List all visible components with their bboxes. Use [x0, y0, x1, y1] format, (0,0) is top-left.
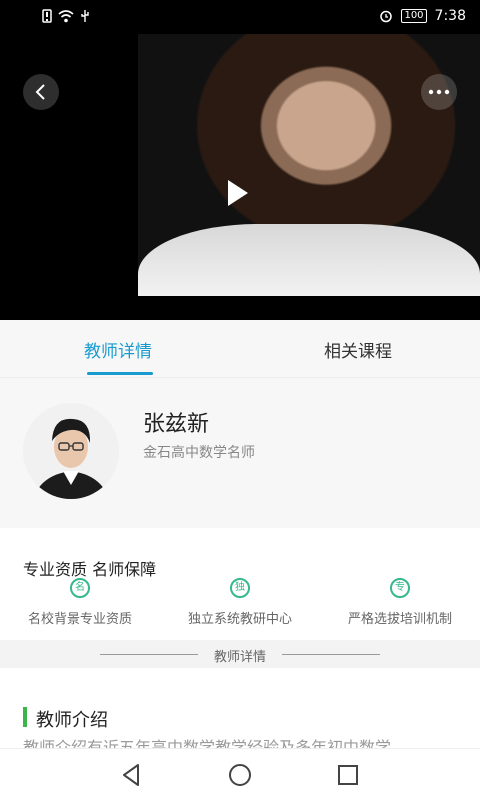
avatar: [23, 403, 119, 499]
badge-icon: 名: [70, 578, 90, 598]
video-player[interactable]: [0, 34, 480, 320]
section-divider: 教师详情: [0, 640, 480, 668]
active-tab-indicator: [87, 372, 153, 375]
teacher-profile: 张兹新 金石高中数学名师: [0, 378, 480, 528]
more-horizontal-icon: [428, 89, 450, 95]
qualification-item: 名 名校背景专业资质: [0, 578, 160, 627]
home-circle-icon[interactable]: [226, 761, 254, 789]
tab-teacher-details[interactable]: 教师详情: [84, 337, 152, 362]
back-button[interactable]: [23, 74, 59, 110]
play-icon[interactable]: [228, 180, 248, 206]
tab-related-courses[interactable]: 相关课程: [324, 337, 392, 362]
teacher-title: 金石高中数学名师: [143, 445, 255, 461]
status-icons-left: [42, 9, 90, 23]
qualifications-section: 专业资质 名师保障 名 名校背景专业资质 独 独立系统教研中心 专 严格选拔培训…: [0, 540, 480, 636]
qualification-label: 独立系统教研中心: [187, 612, 292, 627]
battery-indicator: 100: [401, 9, 427, 23]
badge-icon: 专: [390, 578, 410, 598]
back-triangle-icon[interactable]: [118, 761, 146, 789]
recent-apps-square-icon[interactable]: [334, 761, 362, 789]
qualification-item: 独 独立系统教研中心: [160, 578, 320, 627]
divider-label: 教师详情: [213, 650, 266, 665]
status-time: 7:38: [434, 8, 466, 24]
status-icons-right: 100 7:38: [379, 8, 466, 24]
notification-icon: [42, 9, 52, 23]
wifi-icon: [58, 9, 74, 22]
tab-bar: 教师详情 相关课程: [0, 320, 480, 378]
more-options-button[interactable]: [421, 74, 457, 110]
video-figure-shirt: [138, 224, 480, 296]
usb-icon: [81, 10, 89, 22]
system-nav-bar: [0, 748, 480, 800]
section-accent-bar: [23, 707, 27, 727]
qualification-item: 专 严格选拔培训机制: [320, 578, 480, 627]
divider-line-right: [282, 654, 380, 655]
intro-title: 教师介绍: [36, 710, 108, 731]
teacher-name: 张兹新: [143, 412, 210, 437]
chevron-left-icon: [35, 84, 45, 100]
alarm-icon: [380, 10, 393, 23]
qualification-label: 名校背景专业资质: [27, 612, 132, 627]
qualifications-title: 专业资质 名师保障: [23, 560, 157, 579]
teacher-intro-section: 教师介绍 教师介绍有近五年高中数学教学经验及多年初中数学: [0, 668, 480, 757]
status-bar: 100 7:38: [0, 0, 480, 34]
qualification-label: 严格选拔培训机制: [347, 612, 452, 627]
badge-icon: 独: [230, 578, 250, 598]
